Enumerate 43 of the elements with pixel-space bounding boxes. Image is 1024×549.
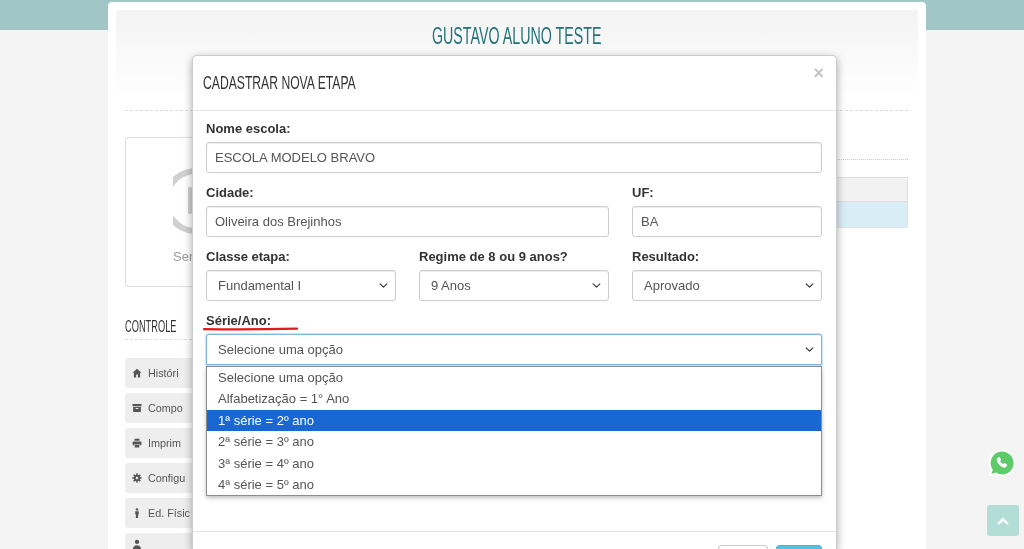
- sidebar-item[interactable]: [125, 533, 192, 549]
- field-label: Série/Ano:: [206, 312, 271, 330]
- archive-box-icon: [132, 403, 142, 413]
- field-label: Cidade:: [206, 184, 254, 202]
- table-header: [837, 177, 908, 202]
- profile-caption: Ser: [173, 249, 194, 265]
- scroll-top-button[interactable]: [987, 505, 1019, 536]
- modal-button[interactable]: [718, 545, 768, 549]
- field-label: Classe etapa:: [206, 248, 290, 266]
- modal-button[interactable]: [776, 545, 822, 549]
- select-field[interactable]: Selecione uma opção: [206, 334, 822, 365]
- avatar-icon: [173, 165, 192, 237]
- modal-title: CADASTRAR NOVA ETAPA: [203, 71, 356, 95]
- select-field[interactable]: Aprovado: [632, 270, 822, 301]
- home-icon: [132, 368, 142, 378]
- dropdown-option[interactable]: Selecione uma opção: [207, 367, 821, 389]
- field-label: Regime de 8 ou 9 anos?: [419, 248, 568, 266]
- gear-icon: [132, 473, 142, 483]
- text-field[interactable]: ESCOLA MODELO BRAVO: [206, 142, 822, 173]
- field-label: UF:: [632, 184, 654, 202]
- dropdown-option[interactable]: 1ª série = 2º ano: [207, 409, 821, 432]
- select-field[interactable]: Fundamental I: [206, 270, 396, 301]
- sidebar-item[interactable]: Históri: [125, 358, 192, 388]
- student-name-title: GUSTAVO ALUNO TESTE: [432, 22, 602, 50]
- sidebar-item[interactable]: Ed. Físic: [125, 498, 192, 528]
- dropdown-option[interactable]: 4ª série = 5º ano: [207, 473, 821, 496]
- section-title: CONTROLE: [125, 317, 177, 337]
- text-field[interactable]: BA: [632, 206, 822, 237]
- text-field[interactable]: Oliveira dos Brejinhos: [206, 206, 609, 237]
- chat-phone-icon[interactable]: [988, 449, 1016, 477]
- dropdown-option[interactable]: Alfabetização = 1° Ano: [207, 388, 821, 410]
- sidebar-item[interactable]: Compo: [125, 393, 192, 423]
- sidebar-item[interactable]: Imprim: [125, 428, 192, 458]
- chevron-up-icon: [997, 516, 1009, 525]
- select-field[interactable]: 9 Anos: [419, 270, 609, 301]
- sidebar-item[interactable]: Configu: [125, 463, 192, 493]
- dropdown-option[interactable]: 3ª série = 4º ano: [207, 452, 821, 474]
- field-label: Resultado:: [632, 248, 700, 266]
- printer-icon: [132, 438, 142, 448]
- dropdown-option[interactable]: 2ª série = 3º ano: [207, 431, 821, 453]
- field-label: Nome escola:: [206, 120, 291, 138]
- user-icon: [132, 539, 142, 549]
- standing-person-icon: [132, 508, 142, 518]
